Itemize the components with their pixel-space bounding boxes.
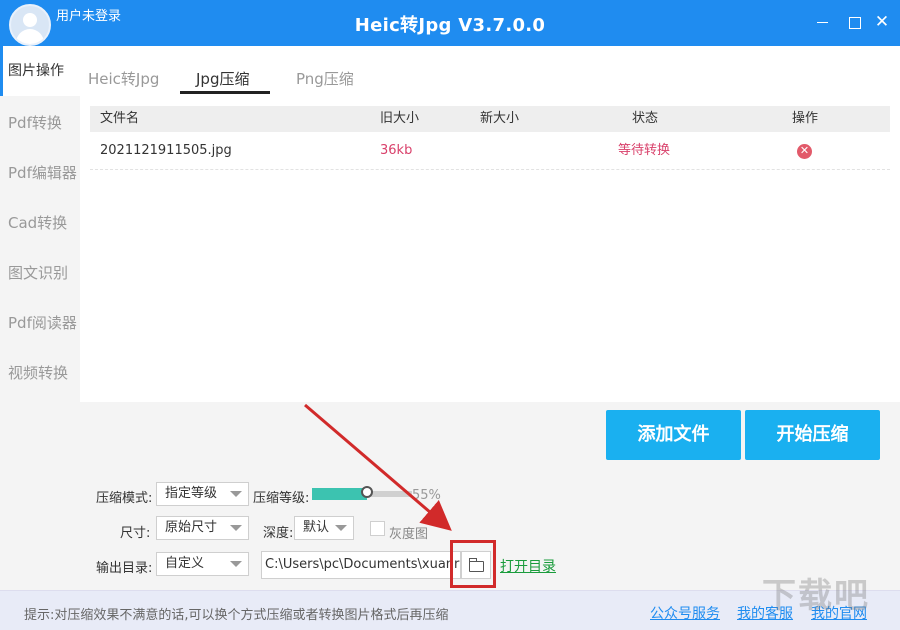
sidebar-item-pdf-reader[interactable]: Pdf阅读器: [0, 298, 80, 348]
output-mode-value: 自定义: [165, 556, 205, 571]
title-bar: 用户未登录 Heic转Jpg V3.7.0.0 ✕: [0, 0, 900, 46]
file-table-header: 文件名 旧大小 新大小 状态 操作: [90, 106, 890, 132]
app-title: Heic转Jpg V3.7.0.0: [354, 15, 546, 36]
slider-fill: [312, 488, 367, 500]
column-old-size: 旧大小: [380, 111, 420, 126]
size-label: 尺寸:: [120, 526, 151, 541]
chevron-down-icon: [230, 561, 242, 567]
grayscale-checkbox[interactable]: [370, 521, 385, 536]
chevron-down-icon: [230, 525, 242, 531]
options-panel: 添加文件 开始压缩 压缩模式: 指定等级 压缩等级: 55% 尺寸: 原始尺寸 …: [80, 402, 900, 590]
slider-handle[interactable]: [361, 486, 373, 498]
column-action: 操作: [792, 111, 819, 126]
sidebar-item-video-convert[interactable]: 视频转换: [0, 348, 80, 398]
open-directory-link[interactable]: 打开目录: [500, 556, 556, 576]
sidebar-item-pdf-convert[interactable]: Pdf转换: [0, 98, 80, 148]
column-status: 状态: [632, 111, 659, 126]
annotation-highlight-box: [450, 540, 496, 588]
compress-level-slider[interactable]: [312, 486, 412, 500]
minimize-icon[interactable]: [813, 13, 831, 31]
output-mode-select[interactable]: 自定义: [156, 552, 249, 576]
output-path-field[interactable]: C:\Users\pc\Documents\xuanr: [261, 551, 461, 579]
add-files-button[interactable]: 添加文件: [606, 410, 741, 460]
sidebar-item-pdf-editor[interactable]: Pdf编辑器: [0, 148, 80, 198]
maximize-icon[interactable]: [845, 13, 863, 31]
grayscale-label: 灰度图: [389, 527, 429, 542]
sidebar: 图片操作 Pdf转换 Pdf编辑器 Cad转换 图文识别 Pdf阅读器 视频转换: [0, 46, 80, 590]
chevron-down-icon: [335, 525, 347, 531]
tab-heic-to-jpg[interactable]: Heic转Jpg: [88, 68, 159, 89]
table-row[interactable]: 2021121911505.jpg 36kb 等待转换 ✕: [90, 138, 890, 170]
compress-level-label: 压缩等级:: [253, 491, 310, 506]
active-tab-indicator: [180, 91, 270, 94]
compress-mode-select[interactable]: 指定等级: [156, 482, 249, 506]
start-compress-button[interactable]: 开始压缩: [745, 410, 880, 460]
column-new-size: 新大小: [480, 111, 520, 126]
chevron-down-icon: [230, 491, 242, 497]
tab-jpg-compress[interactable]: Jpg压缩: [196, 68, 249, 89]
size-select[interactable]: 原始尺寸: [156, 516, 249, 540]
sidebar-item-cad-convert[interactable]: Cad转换: [0, 198, 80, 248]
row-status: 等待转换: [618, 143, 671, 158]
output-dir-label: 输出目录:: [96, 561, 153, 576]
row-old-size: 36kb: [380, 143, 413, 158]
footer-tip: 提示:对压缩效果不满意的话,可以换个方式压缩或者转换图片格式后再压缩: [24, 608, 449, 623]
sidebar-item-ocr[interactable]: 图文识别: [0, 248, 80, 298]
tab-png-compress[interactable]: Png压缩: [296, 68, 354, 89]
size-value: 原始尺寸: [165, 520, 218, 535]
watermark-logo: 下载吧: [762, 576, 870, 616]
compress-level-value: 55%: [412, 488, 441, 503]
wechat-service-link[interactable]: 公众号服务: [650, 603, 720, 623]
main-panel: Heic转Jpg Jpg压缩 Png压缩 文件名 旧大小 新大小 状态 操作 2…: [80, 46, 900, 402]
sidebar-item-image-ops[interactable]: 图片操作: [0, 46, 80, 96]
depth-value: 默认: [303, 520, 330, 535]
delete-icon[interactable]: ✕: [797, 144, 812, 159]
compress-mode-value: 指定等级: [165, 486, 218, 501]
depth-label: 深度:: [263, 526, 294, 541]
compress-mode-label: 压缩模式:: [96, 491, 153, 506]
row-filename: 2021121911505.jpg: [100, 143, 232, 158]
close-icon[interactable]: ✕: [873, 13, 891, 31]
depth-select[interactable]: 默认: [294, 516, 354, 540]
column-filename: 文件名: [100, 111, 140, 126]
